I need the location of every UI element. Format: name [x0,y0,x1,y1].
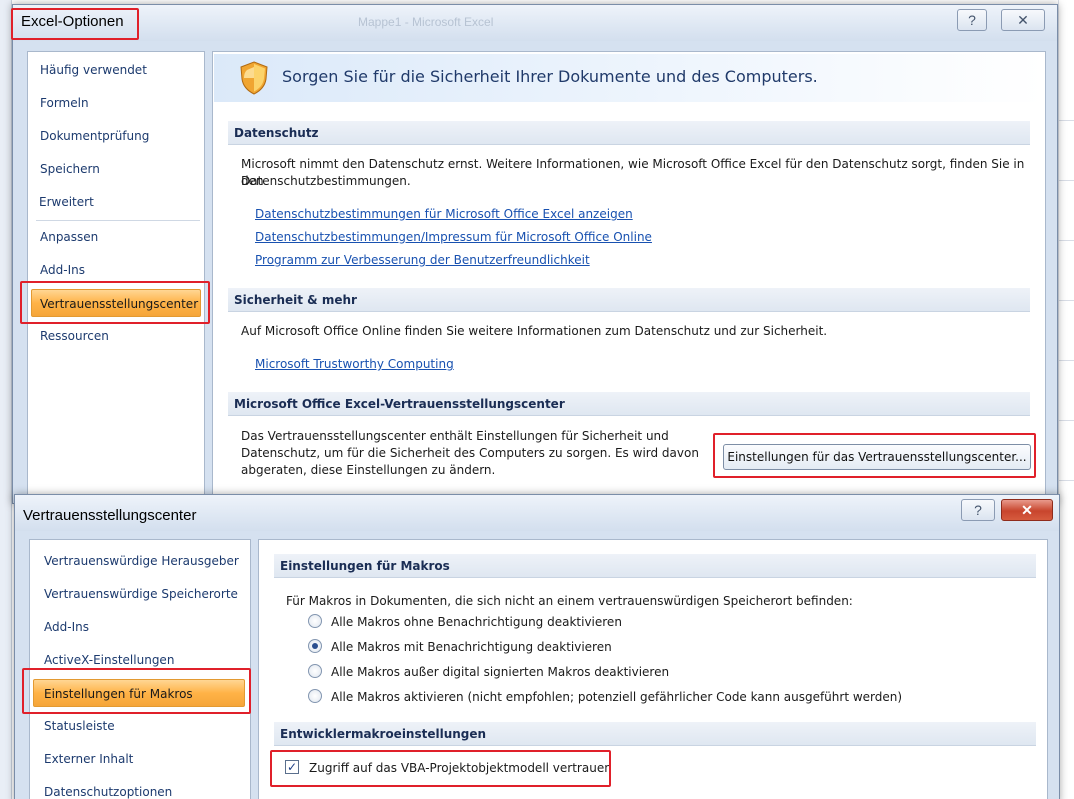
macro-option-radio-3[interactable] [308,689,322,703]
macro-option-label-0[interactable]: Alle Makros ohne Benachrichtigung deakti… [331,615,622,629]
shield-icon [240,61,268,95]
section-datenschutz-heading: Datenschutz [228,121,1030,145]
close-icon: ✕ [1017,12,1029,28]
highlight-vba-checkbox-box [270,750,611,787]
banner-text: Sorgen Sie für die Sicherheit Ihrer Doku… [282,67,818,86]
nav-item-speicherorte[interactable]: Vertrauenswürdige Speicherorte [44,587,238,601]
highlight-makros-nav-box [22,668,251,714]
excel-grid-line [1058,480,1074,481]
excel-grid-line [1058,300,1074,301]
help-icon: ? [968,12,976,28]
nav-item-formeln[interactable]: Formeln [40,96,89,110]
nav-item-herausgeber[interactable]: Vertrauenswürdige Herausgeber [44,554,239,568]
nav-separator [36,220,200,221]
excel-grid-line [1058,120,1074,121]
background-window-title: Mappe1 - Microsoft Excel [358,15,494,29]
macro-option-label-2[interactable]: Alle Makros außer digital signierten Mak… [331,665,669,679]
nav-item-dokumentpruefung[interactable]: Dokumentprüfung [40,129,149,143]
section-sicherheit-heading: Sicherheit & mehr [228,288,1030,312]
link-datenschutz-office-online[interactable]: Datenschutzbestimmungen/Impressum für Mi… [255,230,652,244]
highlight-nav-box [20,281,210,324]
section-entwickler-heading: Entwicklermakroeinstellungen [274,722,1036,746]
macro-option-label-1[interactable]: Alle Makros mit Benachrichtigung deaktiv… [331,640,612,654]
excel-grid-line [1058,360,1074,361]
link-datenschutz-excel[interactable]: Datenschutzbestimmungen für Microsoft Of… [255,207,633,221]
nav-item-speichern[interactable]: Speichern [40,162,100,176]
makros-intro-text: Für Makros in Dokumenten, die sich nicht… [286,594,853,608]
link-trustworthy-computing[interactable]: Microsoft Trustworthy Computing [255,357,454,371]
nav-item-externer-inhalt[interactable]: Externer Inhalt [44,752,133,766]
nav-item-activex[interactable]: ActiveX-Einstellungen [44,653,174,667]
close-button[interactable]: ✕ [1001,9,1045,31]
macro-option-label-3[interactable]: Alle Makros aktivieren (nicht empfohlen;… [331,690,902,704]
highlight-title-box [11,8,139,40]
nav-item-statusleiste[interactable]: Statusleiste [44,719,115,733]
help-button[interactable]: ? [957,9,987,31]
nav-item-add-ins[interactable]: Add-Ins [44,620,89,634]
help-button[interactable]: ? [961,499,995,521]
nav-item-datenschutzoptionen[interactable]: Datenschutzoptionen [44,785,172,799]
excel-grid-line [1058,180,1074,181]
excel-options-titlebar: Excel-Optionen Mappe1 - Microsoft Excel … [13,5,1057,41]
highlight-settings-button-box [713,433,1036,478]
sicherheit-text: Auf Microsoft Office Online finden Sie w… [241,324,828,338]
nav-item-erweitert[interactable]: Erweitert [39,195,94,209]
nav-item-add-ins[interactable]: Add-Ins [40,263,85,277]
close-icon: ✕ [1021,502,1033,518]
macro-option-radio-0[interactable] [308,614,322,628]
trust-center-text-line1: Das Vertrauensstellungscenter enthält Ei… [241,429,669,443]
excel-grid-line [1058,420,1074,421]
link-benutzerfreundlichkeit[interactable]: Programm zur Verbesserung der Benutzerfr… [255,253,590,267]
macro-option-radio-1[interactable] [308,639,322,653]
trust-center-title: Vertrauensstellungscenter [23,507,197,524]
nav-item-ressourcen[interactable]: Ressourcen [40,329,109,343]
section-makros-heading: Einstellungen für Makros [274,554,1036,578]
trust-center-text-line3: abgeraten, diese Einstellungen zu ändern… [241,463,496,477]
macro-option-radio-2[interactable] [308,664,322,678]
nav-item-anpassen[interactable]: Anpassen [40,230,98,244]
trust-center-text-line2: Datenschutz, um für die Sicherheit des C… [241,446,699,460]
excel-grid-line [1058,240,1074,241]
help-icon: ? [974,502,982,518]
excel-row-header-strip [0,0,12,799]
options-nav-panel: Häufig verwendet Formeln Dokumentprüfung… [27,51,205,505]
section-trust-center-heading: Microsoft Office Excel-Vertrauensstellun… [228,392,1030,416]
datenschutz-text-line2: Datenschutzbestimmungen. [241,174,411,188]
nav-item-haeufig[interactable]: Häufig verwendet [40,63,147,77]
trust-banner: Sorgen Sie für die Sicherheit Ihrer Doku… [214,54,1044,102]
excel-options-dialog: Excel-Optionen Mappe1 - Microsoft Excel … [12,4,1058,505]
close-button[interactable]: ✕ [1001,499,1053,521]
trust-center-titlebar: Vertrauensstellungscenter ? ✕ [15,495,1059,531]
